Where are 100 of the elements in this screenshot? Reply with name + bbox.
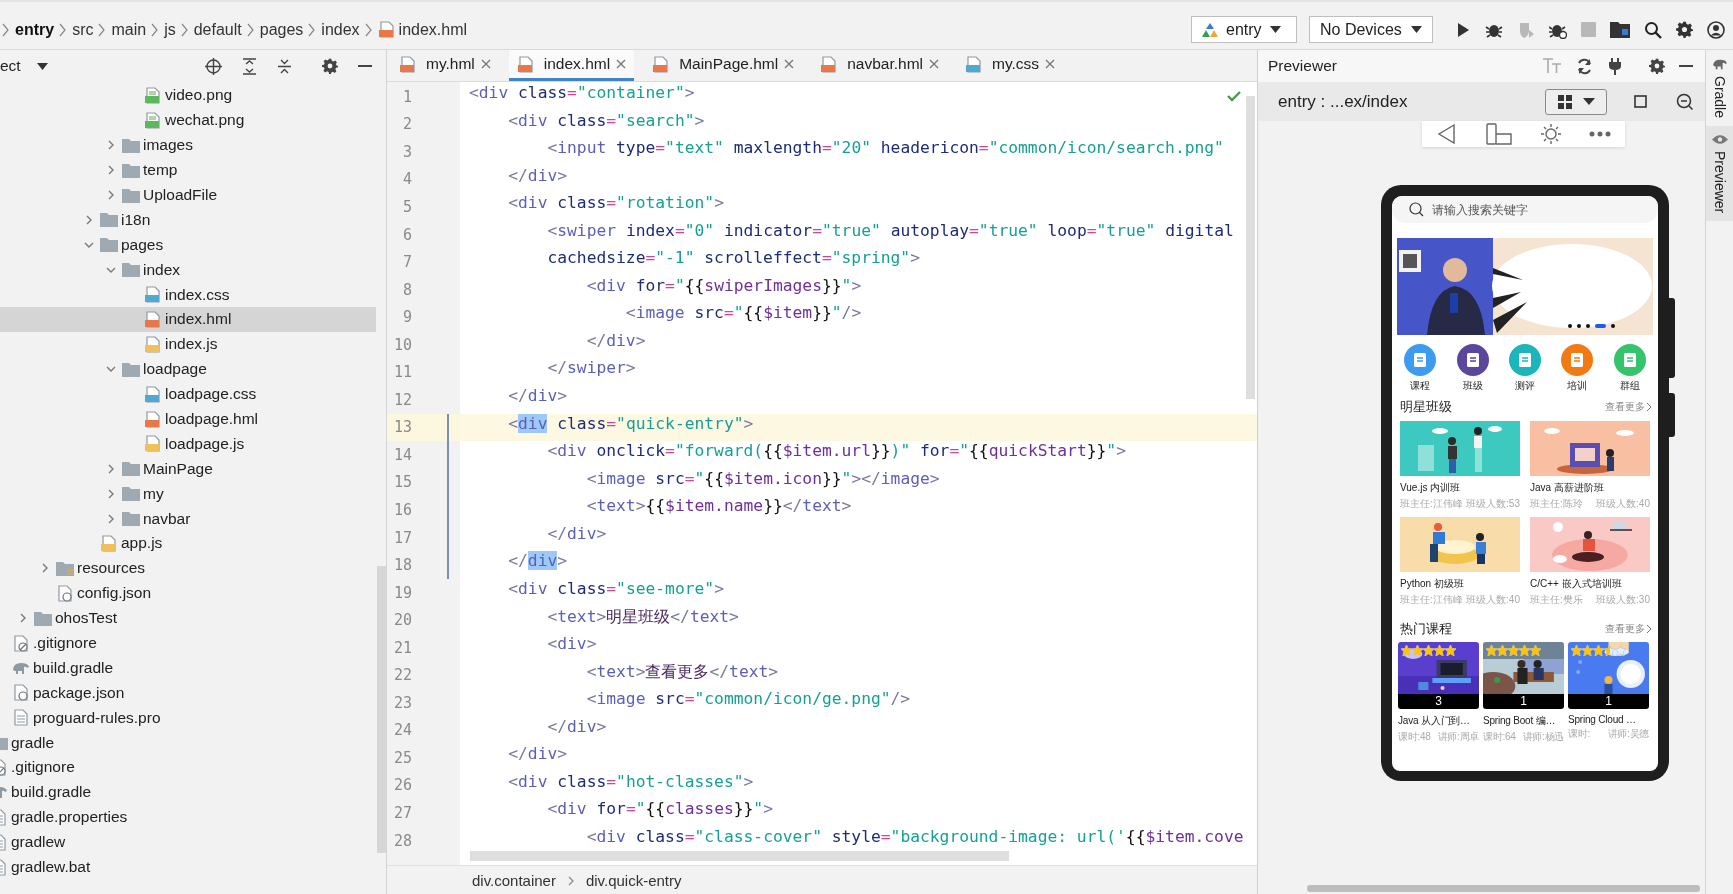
tree-item[interactable]: i18n <box>0 207 376 233</box>
tree-item[interactable]: navbar <box>0 506 376 532</box>
search-field[interactable]: 请输入搜索关键字 <box>1392 196 1658 223</box>
plug-icon[interactable] <box>1607 57 1623 75</box>
tree-item[interactable]: config.json <box>0 580 376 606</box>
breadcrumb-item[interactable]: div.quick-entry <box>585 872 682 889</box>
back-icon[interactable] <box>1435 123 1458 145</box>
editor-tab[interactable]: navbar.hml <box>812 50 948 81</box>
side-tab[interactable]: Gradle <box>1706 50 1733 127</box>
folder-icon <box>122 486 140 502</box>
tree-item[interactable]: build.gradle <box>0 779 376 805</box>
tree-item[interactable]: loadpage <box>0 356 376 382</box>
editor-tab[interactable]: index.hml <box>508 50 635 81</box>
quick-entry[interactable]: 课程 <box>1404 344 1437 393</box>
more-icon[interactable] <box>1589 131 1612 137</box>
breadcrumb-item[interactable]: entry <box>15 20 55 39</box>
expand-all-icon[interactable] <box>242 57 257 75</box>
close-icon[interactable] <box>784 59 795 69</box>
tree-item[interactable]: wechat.png <box>0 107 376 133</box>
breadcrumb-item[interactable]: index.hml <box>398 20 468 39</box>
quick-entry[interactable]: 群组 <box>1613 344 1646 393</box>
tree-item[interactable]: video.png <box>0 83 376 108</box>
target-icon[interactable] <box>205 57 222 75</box>
tree-item[interactable]: index.css <box>0 282 376 307</box>
tree-item[interactable]: index.js <box>0 331 376 357</box>
see-more-link[interactable]: 查看更多 <box>1605 400 1652 414</box>
tree-item[interactable]: my <box>0 481 376 507</box>
tree-item[interactable]: package.json <box>0 680 376 706</box>
minimize-icon[interactable] <box>358 64 372 68</box>
run-icon[interactable] <box>1455 21 1471 38</box>
breadcrumb-item[interactable]: js <box>164 20 176 39</box>
scrollbar[interactable] <box>377 566 386 853</box>
tree-item[interactable]: .gitignore <box>0 630 376 656</box>
scrollbar[interactable] <box>1246 96 1255 399</box>
side-tab[interactable]: Previewer <box>1706 126 1733 222</box>
tree-item[interactable]: .gitignore <box>0 755 376 780</box>
editor-tab[interactable]: my.css <box>957 50 1064 81</box>
settings-icon[interactable] <box>1649 58 1665 74</box>
zoom-out-icon[interactable] <box>1676 93 1693 110</box>
account-icon[interactable] <box>1707 20 1725 39</box>
close-icon[interactable] <box>1045 59 1056 69</box>
tree-item[interactable]: build.gradle <box>0 655 376 681</box>
tree-item[interactable]: loadpage.css <box>0 381 376 407</box>
minimize-icon[interactable] <box>1679 64 1693 68</box>
tree-item[interactable]: ohosTest <box>0 605 376 631</box>
tree-item[interactable]: images <box>0 132 376 158</box>
tree-item[interactable]: pages <box>0 232 376 258</box>
breadcrumb-item[interactable]: index <box>321 20 360 39</box>
breadcrumb-item[interactable]: pages <box>259 20 304 39</box>
settings-icon[interactable] <box>322 58 338 74</box>
brightness-icon[interactable] <box>1540 123 1563 145</box>
tree-item[interactable]: gradle.properties <box>0 804 376 830</box>
scrollbar[interactable] <box>1307 885 1700 892</box>
line-number: 13 <box>392 418 412 437</box>
close-icon[interactable] <box>929 59 940 69</box>
see-more-link[interactable]: 查看更多 <box>1605 622 1652 636</box>
tree-item[interactable]: gradle <box>0 730 376 756</box>
tree-item[interactable]: proguard-rules.pro <box>0 705 376 731</box>
folder-icon[interactable] <box>1610 21 1630 38</box>
tree-item[interactable]: MainPage <box>0 456 376 482</box>
carousel-indicator[interactable] <box>1568 324 1615 328</box>
scrollbar[interactable] <box>470 851 1009 861</box>
tree-item[interactable]: app.js <box>0 531 376 556</box>
line-number: 27 <box>392 804 412 822</box>
frame-icon[interactable] <box>1633 94 1648 109</box>
layout-dropdown[interactable] <box>1545 88 1607 115</box>
quick-entry[interactable]: 班级 <box>1456 344 1489 393</box>
device-dropdown[interactable]: No Devices <box>1309 16 1433 43</box>
tree-item[interactable]: gradlew.bat <box>0 854 376 880</box>
tree-item[interactable]: resources <box>0 555 376 581</box>
tree-item[interactable]: loadpage.hml <box>0 406 376 432</box>
font-size-icon[interactable] <box>1542 58 1562 74</box>
code-line: </div> <box>546 716 607 738</box>
quick-entry[interactable]: 测评 <box>1508 344 1541 393</box>
close-icon[interactable] <box>616 59 627 69</box>
refresh-icon[interactable] <box>1576 57 1593 75</box>
tree-item[interactable]: loadpage.js <box>0 431 376 457</box>
caret-icon[interactable] <box>36 62 48 70</box>
breadcrumb-item[interactable]: src <box>72 20 94 39</box>
quick-entry[interactable]: 培训 <box>1561 344 1594 393</box>
rotate-icon[interactable] <box>1484 123 1513 145</box>
editor-tab[interactable]: my.hml <box>391 50 499 81</box>
html-file-icon <box>377 21 396 38</box>
tree-item[interactable]: temp <box>0 157 376 183</box>
tree-item[interactable]: index.hml <box>0 307 376 332</box>
tree-item[interactable]: gradlew <box>0 829 376 855</box>
breadcrumb-item[interactable]: main <box>111 20 147 39</box>
tree-item[interactable]: index <box>0 257 376 283</box>
settings-icon[interactable] <box>1676 21 1693 38</box>
module-dropdown[interactable]: entry <box>1191 16 1297 43</box>
close-icon[interactable] <box>480 59 491 69</box>
breadcrumb-item[interactable]: div.container <box>472 872 556 889</box>
tree-item[interactable]: UploadFile <box>0 182 376 208</box>
caret-icon <box>1411 26 1422 33</box>
panel-title[interactable]: ect <box>0 57 21 75</box>
search-icon[interactable] <box>1644 20 1662 39</box>
editor-tab[interactable]: MainPage.hml <box>644 50 803 81</box>
collapse-all-icon[interactable] <box>277 57 292 75</box>
breadcrumb-item[interactable]: default <box>193 20 242 39</box>
chevron-right-icon <box>151 22 160 37</box>
